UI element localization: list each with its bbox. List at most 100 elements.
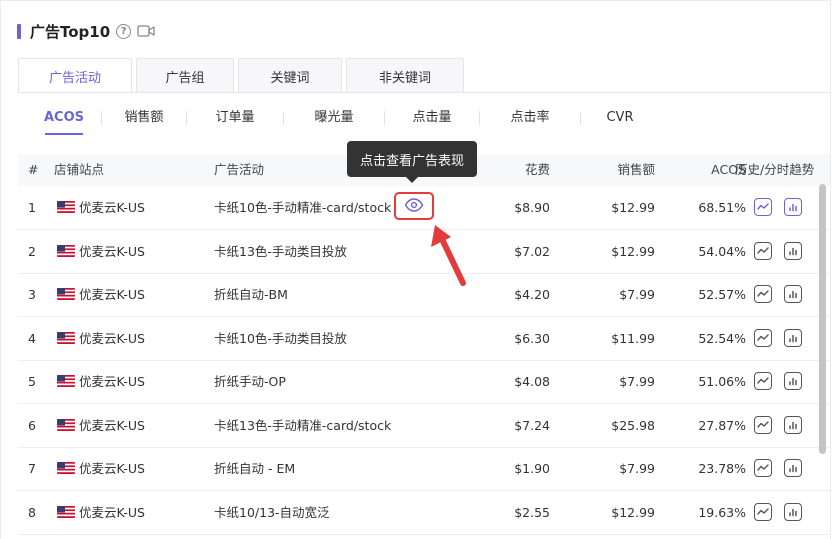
metric-tab-clicks[interactable]: 点击量 (385, 105, 479, 131)
spend-value: $7.24 (514, 417, 550, 433)
history-trend-button[interactable] (754, 415, 772, 434)
col-trend: 历史/分时趋势 (735, 162, 815, 177)
col-spend[interactable]: 花费 (503, 154, 550, 186)
metric-tab-sales[interactable]: 销售额 (102, 105, 186, 131)
row-index: 8 (28, 504, 36, 520)
sales-value: $25.98 (611, 417, 655, 433)
us-flag-icon (57, 418, 75, 431)
store-name: 优麦云K-US (79, 417, 145, 433)
sales-value: $7.99 (619, 461, 655, 476)
table-row: 2 优麦云K-US 卡纸13色-手动类目投放 $7.02 $12.99 54.04% (18, 230, 830, 274)
bar-trend-icon (789, 421, 797, 429)
hourly-trend-button[interactable] (784, 328, 802, 347)
store-name: 优麦云K-US (79, 243, 145, 259)
scrollbar[interactable] (819, 184, 826, 454)
acos-value: 27.87% (698, 417, 746, 433)
campaign-name: 折纸手动-OP (214, 374, 286, 389)
table-row: 6 优麦云K-US 卡纸13色-手动精准-card/stock $7.24 $25.98… (18, 404, 830, 448)
store-name: 优麦云K-US (79, 374, 145, 389)
sales-value: $11.99 (611, 330, 655, 346)
us-flag-icon (57, 462, 75, 474)
table-row: 8 优麦云K-US 卡纸10/13-自动宽泛 $2.55 $12.99 19.63% (18, 491, 830, 535)
spend-value: $6.30 (514, 330, 550, 346)
row-index: 4 (28, 330, 36, 346)
tab-campaign[interactable]: 广告活动 (18, 58, 132, 93)
acos-value: 19.63% (698, 504, 746, 520)
video-icon[interactable] (137, 24, 155, 38)
campaign-name: 卡纸13色-手动精准-card/stock (214, 417, 392, 433)
title-accent-bar (17, 23, 21, 39)
history-trend-button[interactable] (754, 241, 772, 260)
us-flag-icon (57, 505, 75, 518)
help-icon[interactable]: ? (116, 23, 132, 39)
campaign-name: 卡纸10/13-自动宽泛 (214, 504, 330, 520)
spend-value: $4.20 (514, 287, 550, 302)
tab-non-keyword[interactable]: 非关键词 (346, 58, 464, 93)
spend-value: $4.08 (514, 374, 550, 389)
history-trend-button[interactable] (754, 198, 772, 216)
line-trend-icon (757, 464, 769, 471)
col-sales[interactable]: 销售额 (598, 154, 655, 186)
metric-tab-impressions[interactable]: 曝光量 (284, 105, 384, 131)
history-trend-button[interactable] (754, 459, 772, 477)
row-index: 5 (28, 374, 36, 389)
annotation-arrow-icon (431, 225, 466, 286)
col-index: # (28, 162, 39, 177)
row-index: 6 (28, 417, 36, 433)
history-trend-button[interactable] (754, 328, 772, 347)
campaign-name: 卡纸10色-手动类目投放 (214, 330, 347, 346)
hourly-trend-button[interactable] (784, 415, 802, 434)
history-trend-button[interactable] (754, 502, 772, 521)
store-name: 优麦云K-US (79, 330, 145, 346)
tab-keyword[interactable]: 关键词 (238, 58, 342, 93)
bar-trend-icon (789, 203, 797, 212)
history-trend-button[interactable] (754, 285, 772, 303)
line-trend-icon (757, 507, 769, 515)
table-row: 4 优麦云K-US 卡纸10色-手动类目投放 $6.30 $11.99 52.54% (18, 317, 830, 361)
hourly-trend-button[interactable] (784, 372, 802, 390)
hourly-trend-button[interactable] (784, 241, 802, 260)
line-trend-icon (757, 290, 769, 297)
campaign-name: 卡纸13色-手动类目投放 (214, 243, 347, 259)
table-row: 7 优麦云K-US 折纸自动 - EM $1.90 $7.99 23.78% (18, 447, 830, 491)
bar-trend-icon (789, 508, 797, 516)
metric-tab-cvr[interactable]: CVR (581, 105, 659, 131)
bar-trend-icon (789, 464, 797, 473)
metric-tab-ctr[interactable]: 点击率 (480, 105, 580, 131)
acos-value: 51.06% (698, 374, 746, 389)
store-name: 优麦云K-US (79, 287, 145, 302)
row-index: 2 (28, 243, 36, 259)
hourly-trend-button[interactable] (784, 459, 802, 477)
ad-top10-panel: 广告Top10 ? 广告活动 广告组 关键词 非关键词 ACOS 销售额 订单量… (0, 0, 831, 539)
metric-tab-acos[interactable]: ACOS (27, 105, 101, 135)
hourly-trend-button[interactable] (784, 502, 802, 521)
us-flag-icon (57, 331, 75, 344)
row-index: 7 (28, 461, 36, 476)
hourly-trend-button[interactable] (784, 198, 802, 216)
acos-value: 23.78% (698, 461, 746, 476)
us-flag-icon (57, 244, 75, 257)
us-flag-icon (57, 375, 75, 387)
tab-ad-group[interactable]: 广告组 (136, 58, 234, 93)
metric-tab-orders[interactable]: 订单量 (187, 105, 283, 131)
table-row: 3 优麦云K-US 折纸自动-BM $4.20 $7.99 52.57% (18, 273, 830, 317)
line-trend-icon (757, 203, 769, 210)
panel-title: 广告Top10 (30, 22, 111, 41)
line-trend-icon (757, 333, 769, 341)
campaign-name: 卡纸10色-手动精准-card/stock (214, 200, 392, 215)
acos-value: 54.04% (698, 243, 746, 259)
spend-value: $2.55 (514, 504, 550, 520)
metric-tabs: ACOS 销售额 订单量 曝光量 点击量 点击率 CVR (27, 105, 659, 135)
us-flag-icon (57, 288, 75, 300)
col-store: 店铺站点 (54, 162, 105, 177)
bar-trend-icon (789, 377, 797, 386)
history-trend-button[interactable] (754, 372, 772, 390)
bar-trend-icon (789, 290, 797, 299)
acos-value: 68.51% (698, 200, 746, 215)
tooltip: 点击查看广告表现 (347, 141, 477, 183)
spend-value: $7.02 (514, 243, 550, 259)
row-index: 1 (28, 200, 36, 215)
hourly-trend-button[interactable] (784, 285, 802, 303)
acos-value: 52.57% (698, 287, 746, 302)
view-ad-performance-button[interactable] (394, 192, 434, 220)
